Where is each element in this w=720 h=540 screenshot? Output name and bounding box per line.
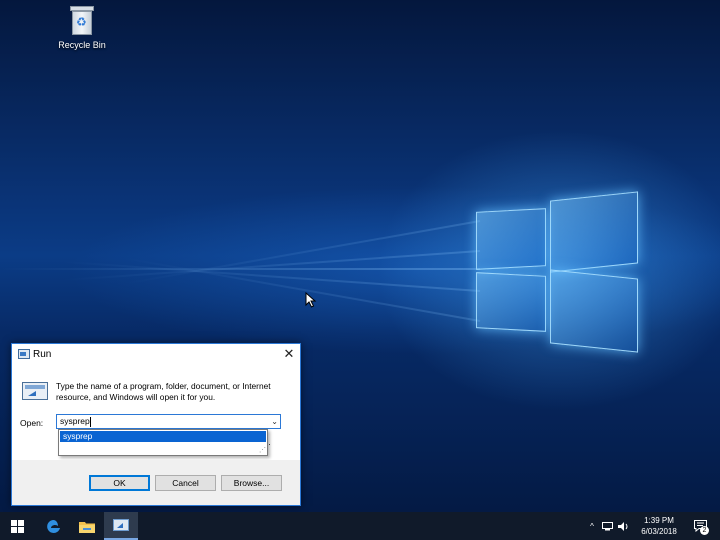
run-description: Type the name of a program, folder, docu… — [56, 381, 271, 402]
browse-button[interactable]: Browse... — [221, 475, 282, 491]
volume-icon[interactable] — [616, 512, 630, 540]
open-input[interactable]: sysprep — [60, 416, 90, 426]
open-label: Open: — [20, 418, 44, 428]
run-icon — [18, 349, 30, 359]
mouse-cursor-icon — [305, 292, 317, 308]
cancel-button[interactable]: Cancel — [155, 475, 216, 491]
start-button[interactable] — [0, 512, 34, 540]
run-program-icon — [22, 382, 48, 400]
text-caret — [90, 417, 91, 427]
wallpaper-beam — [125, 220, 481, 285]
chevron-down-icon[interactable]: ⌄ — [271, 415, 278, 429]
wallpaper-windows-logo — [472, 188, 642, 358]
taskbar-run[interactable] — [104, 512, 138, 540]
edge-icon — [46, 519, 60, 533]
folder-icon — [79, 521, 95, 533]
recycle-bin-label: Recycle Bin — [58, 40, 106, 50]
run-titlebar[interactable]: Run ✕ — [12, 344, 300, 366]
network-icon[interactable] — [600, 512, 614, 540]
open-combobox[interactable]: sysprep ⌄ — [56, 414, 281, 429]
run-title: Run — [33, 349, 52, 360]
run-icon — [113, 519, 129, 531]
close-icon: ✕ — [283, 346, 295, 361]
action-center-button[interactable]: 2 — [690, 512, 710, 540]
clock[interactable]: 1:39 PM 6/03/2018 — [636, 515, 682, 537]
autocomplete-item[interactable]: sysprep — [60, 431, 266, 442]
recycle-bin-shortcut[interactable]: ♻ Recycle Bin — [52, 6, 112, 50]
taskbar: ^ 1:39 PM 6/03/2018 2 — [0, 512, 720, 540]
close-button[interactable]: ✕ — [278, 344, 300, 364]
taskbar-edge[interactable] — [36, 512, 70, 540]
run-dialog[interactable]: Run ✕ Type the name of a program, folder… — [11, 343, 301, 506]
autocomplete-dropdown[interactable]: sysprep ⋰ — [58, 429, 268, 456]
tray-chevron-icon[interactable]: ^ — [586, 512, 598, 540]
taskbar-file-explorer[interactable] — [70, 512, 104, 540]
notification-count-badge: 2 — [700, 526, 709, 535]
clock-time: 1:39 PM — [644, 516, 674, 525]
recycle-bin-icon: ♻ — [69, 6, 95, 36]
resize-grip-icon[interactable]: ⋰ — [259, 447, 266, 454]
clock-date: 6/03/2018 — [641, 527, 677, 536]
windows-start-icon — [10, 519, 24, 533]
ok-button[interactable]: OK — [89, 475, 150, 491]
